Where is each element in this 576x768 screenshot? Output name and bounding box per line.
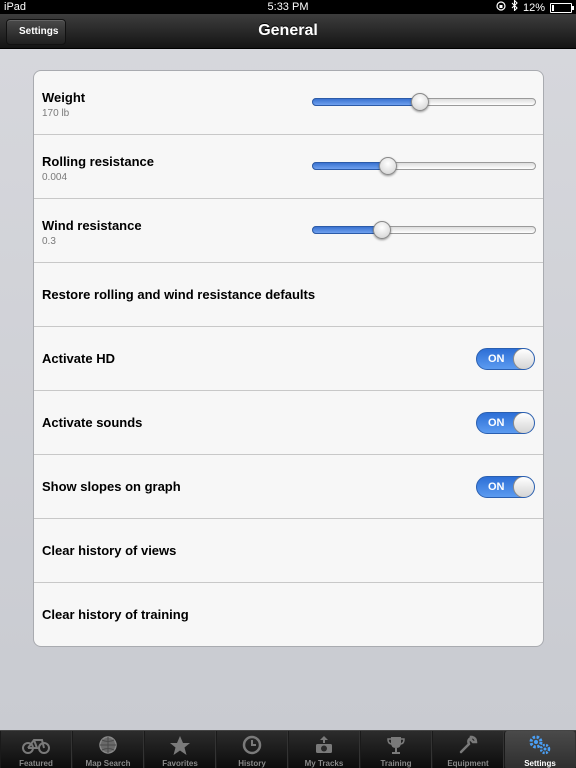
tab-my-tracks[interactable]: My Tracks bbox=[288, 731, 360, 768]
row-wind-resistance: Wind resistance 0.3 bbox=[34, 199, 543, 263]
tab-settings[interactable]: Settings bbox=[504, 731, 576, 768]
show-slopes-toggle[interactable]: ON bbox=[476, 476, 535, 498]
show-slopes-label: Show slopes on graph bbox=[42, 479, 181, 494]
weight-label: Weight bbox=[42, 90, 86, 105]
tab-equipment[interactable]: Equipment bbox=[432, 731, 504, 768]
clear-history-views-row[interactable]: Clear history of views bbox=[34, 519, 543, 583]
weight-slider[interactable] bbox=[312, 93, 536, 111]
tab-label: Equipment bbox=[447, 759, 489, 768]
tab-label: Map Search bbox=[85, 759, 131, 768]
weight-slider-thumb[interactable] bbox=[410, 93, 429, 111]
tab-label: Settings bbox=[524, 759, 556, 768]
status-right: 12% bbox=[496, 0, 574, 15]
tab-label: Training bbox=[380, 759, 412, 768]
clock-icon bbox=[217, 734, 287, 756]
tab-training[interactable]: Training bbox=[360, 731, 432, 768]
show-slopes-toggle-text: ON bbox=[488, 481, 505, 493]
toggle-knob bbox=[513, 349, 534, 369]
activate-sounds-toggle-text: ON bbox=[488, 417, 505, 429]
status-time: 5:33 PM bbox=[267, 1, 309, 13]
tab-history[interactable]: History bbox=[216, 731, 288, 768]
restore-defaults-label: Restore rolling and wind resistance defa… bbox=[42, 287, 316, 302]
bluetooth-icon bbox=[511, 0, 518, 15]
row-activate-hd: Activate HD ON bbox=[34, 327, 543, 391]
clear-history-training-label: Clear history of training bbox=[42, 607, 189, 622]
tab-bar: Featured Map Search Favorites History My… bbox=[0, 730, 576, 768]
toggle-knob bbox=[513, 413, 534, 433]
rolling-resistance-label: Rolling resistance bbox=[42, 154, 154, 169]
camera-icon bbox=[289, 734, 359, 756]
tab-label: History bbox=[238, 759, 266, 768]
globe-icon bbox=[73, 734, 143, 756]
tab-favorites[interactable]: Favorites bbox=[144, 731, 216, 768]
tab-featured[interactable]: Featured bbox=[0, 731, 72, 768]
tab-map-search[interactable]: Map Search bbox=[72, 731, 144, 768]
wrench-icon bbox=[433, 734, 503, 756]
rolling-resistance-slider-thumb[interactable] bbox=[379, 157, 398, 175]
activate-sounds-label: Activate sounds bbox=[42, 415, 143, 430]
row-rolling-resistance: Rolling resistance 0.004 bbox=[34, 135, 543, 199]
weight-value: 170 lb bbox=[42, 108, 70, 119]
wind-resistance-slider-thumb[interactable] bbox=[372, 221, 391, 239]
page-title: General bbox=[258, 22, 318, 39]
lock-rotation-icon bbox=[496, 0, 506, 15]
clear-history-views-label: Clear history of views bbox=[42, 543, 177, 558]
wind-resistance-slider[interactable] bbox=[312, 221, 536, 239]
star-icon bbox=[145, 734, 215, 756]
clear-history-training-row[interactable]: Clear history of training bbox=[34, 583, 543, 646]
row-show-slopes: Show slopes on graph ON bbox=[34, 455, 543, 519]
restore-defaults-row[interactable]: Restore rolling and wind resistance defa… bbox=[34, 263, 543, 327]
row-weight: Weight 170 lb bbox=[34, 71, 543, 135]
activate-hd-label: Activate HD bbox=[42, 351, 115, 366]
rolling-resistance-value: 0.004 bbox=[42, 172, 68, 183]
rolling-resistance-slider[interactable] bbox=[312, 157, 536, 175]
wind-resistance-value: 0.3 bbox=[42, 236, 56, 247]
wind-resistance-label: Wind resistance bbox=[42, 218, 142, 233]
back-button-label: Settings bbox=[19, 26, 59, 37]
tab-label: Featured bbox=[19, 759, 53, 768]
settings-content[interactable]: Weight 170 lb Rolling resistance 0.004 W… bbox=[0, 49, 576, 730]
gears-icon bbox=[505, 734, 575, 756]
bike-icon bbox=[1, 734, 71, 756]
settings-group: Weight 170 lb Rolling resistance 0.004 W… bbox=[33, 70, 544, 647]
activate-hd-toggle-text: ON bbox=[488, 353, 505, 365]
tab-label: My Tracks bbox=[304, 759, 344, 768]
trophy-icon bbox=[361, 734, 431, 756]
row-activate-sounds: Activate sounds ON bbox=[34, 391, 543, 455]
battery-percent: 12% bbox=[522, 1, 545, 14]
tab-label: Favorites bbox=[162, 759, 198, 768]
toggle-knob bbox=[513, 477, 534, 497]
back-button[interactable]: Settings bbox=[6, 19, 67, 45]
battery-icon bbox=[550, 2, 574, 13]
navigation-bar: General Settings bbox=[0, 14, 576, 49]
activate-hd-toggle[interactable]: ON bbox=[476, 348, 535, 370]
activate-sounds-toggle[interactable]: ON bbox=[476, 412, 535, 434]
status-bar: iPad 5:33 PM 12% bbox=[0, 0, 576, 14]
